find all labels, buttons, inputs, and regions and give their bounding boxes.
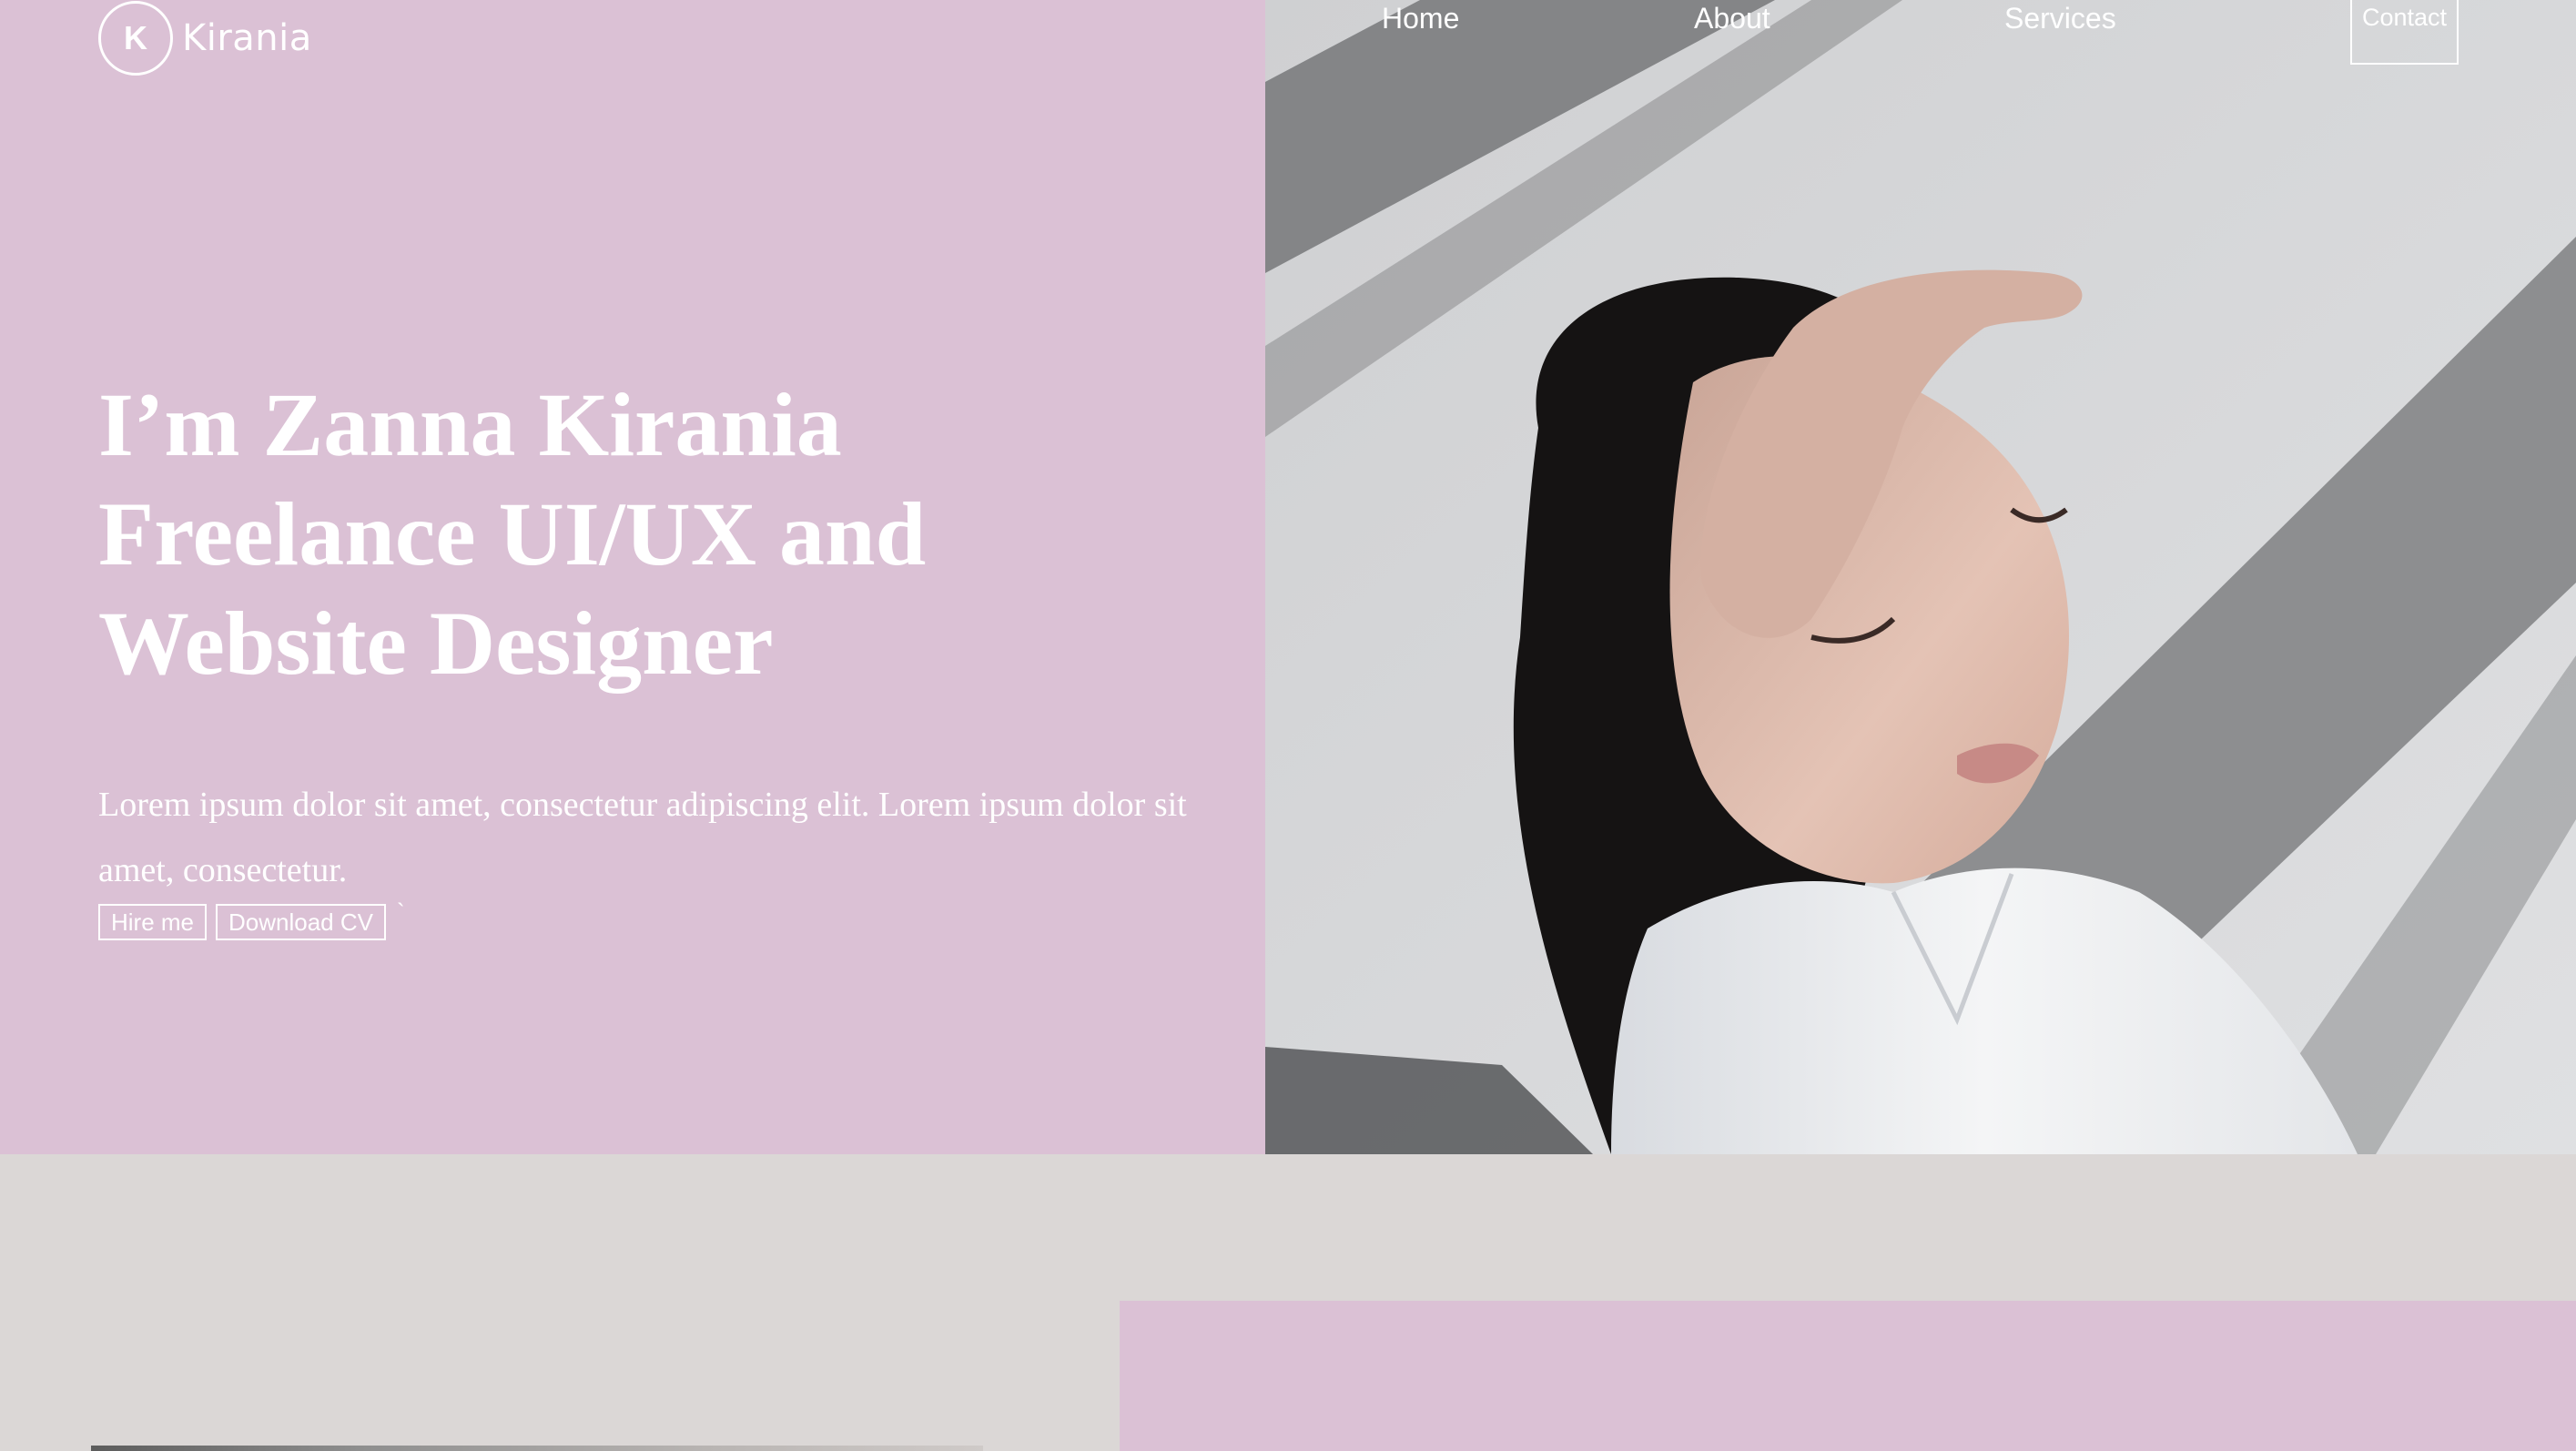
nav-services-link[interactable]: Services	[2004, 2, 2116, 36]
nav-contact-button[interactable]: Contact	[2350, 0, 2459, 65]
portrait-photo-image	[1265, 0, 2576, 1154]
nav-about-link[interactable]: About	[1694, 2, 1770, 36]
hero-intro-text: Lorem ipsum dolor sit amet, consectetur …	[98, 786, 1187, 889]
hero-button-row: Hire me Download CV `	[98, 898, 405, 940]
headline-line-1: I’m Zanna Kirania	[98, 374, 842, 475]
lower-section-image-edge	[91, 1446, 983, 1451]
hero-headline: I’m Zanna Kirania Freelance UI/UX and We…	[98, 370, 1191, 698]
hero-photo	[1265, 0, 2576, 1154]
headline-line-3: Website Designer	[98, 593, 774, 694]
nav-home-link[interactable]: Home	[1382, 2, 1459, 36]
hire-me-button[interactable]: Hire me	[98, 904, 208, 940]
main-nav: Home About Services Contact	[0, 0, 2576, 66]
page: K Kirania I’m Zanna Kirania Freelance UI…	[0, 0, 2576, 1451]
lower-section-pink-block	[1120, 1301, 2576, 1451]
hero-left-panel: K Kirania I’m Zanna Kirania Freelance UI…	[0, 0, 1265, 1154]
download-cv-button[interactable]: Download CV	[216, 904, 386, 940]
stray-backtick: `	[397, 898, 405, 926]
headline-line-2: Freelance UI/UX and	[98, 483, 927, 584]
